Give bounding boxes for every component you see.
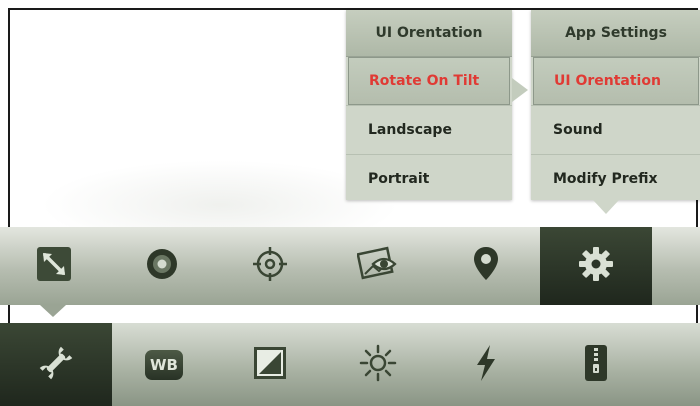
settings-button[interactable] <box>540 227 652 305</box>
top-toolbar <box>0 227 700 305</box>
brightness-icon <box>358 343 398 387</box>
menu-item-sound[interactable]: Sound <box>531 105 700 154</box>
resize-button[interactable] <box>0 227 108 305</box>
settings-menu: App Settings UI Orentation Sound Modify … <box>531 10 700 200</box>
brightness-button[interactable] <box>324 323 432 406</box>
exposure-icon <box>252 345 288 385</box>
menu-pointer <box>593 200 619 214</box>
menu-item-portrait[interactable]: Portrait <box>346 154 512 203</box>
bottom-toolbar: WB <box>0 323 700 406</box>
archive-button[interactable] <box>540 323 652 406</box>
settings-menu-title: App Settings <box>531 10 700 57</box>
submenu-pointer <box>512 78 528 102</box>
menu-item-landscape[interactable]: Landscape <box>346 105 512 154</box>
location-pin-icon <box>471 245 501 287</box>
menu-item-rotate-on-tilt[interactable]: Rotate On Tilt <box>348 57 510 105</box>
location-button[interactable] <box>432 227 540 305</box>
white-balance-icon: WB <box>145 349 183 380</box>
image-view-button[interactable] <box>324 227 432 305</box>
flash-button[interactable] <box>432 323 540 406</box>
flash-icon <box>472 343 500 387</box>
white-balance-button[interactable]: WB <box>112 323 216 406</box>
orientation-menu-title: UI Orentation <box>346 10 512 57</box>
gear-icon <box>577 245 615 287</box>
orientation-menu: UI Orentation Rotate On Tilt Landscape P… <box>346 10 512 200</box>
crosshair-icon <box>251 245 289 287</box>
menu-item-ui-orientation[interactable]: UI Orentation <box>533 57 699 105</box>
focus-button[interactable] <box>216 227 324 305</box>
exposure-button[interactable] <box>216 323 324 406</box>
image-view-icon <box>356 246 399 286</box>
menu-item-modify-prefix[interactable]: Modify Prefix <box>531 154 700 203</box>
tools-button[interactable] <box>0 323 112 406</box>
archive-icon <box>582 343 610 387</box>
resize-icon <box>36 246 72 286</box>
toolbar-pointer <box>40 305 66 317</box>
lens-icon <box>144 246 180 286</box>
lens-button[interactable] <box>108 227 216 305</box>
wrench-icon <box>36 343 76 387</box>
